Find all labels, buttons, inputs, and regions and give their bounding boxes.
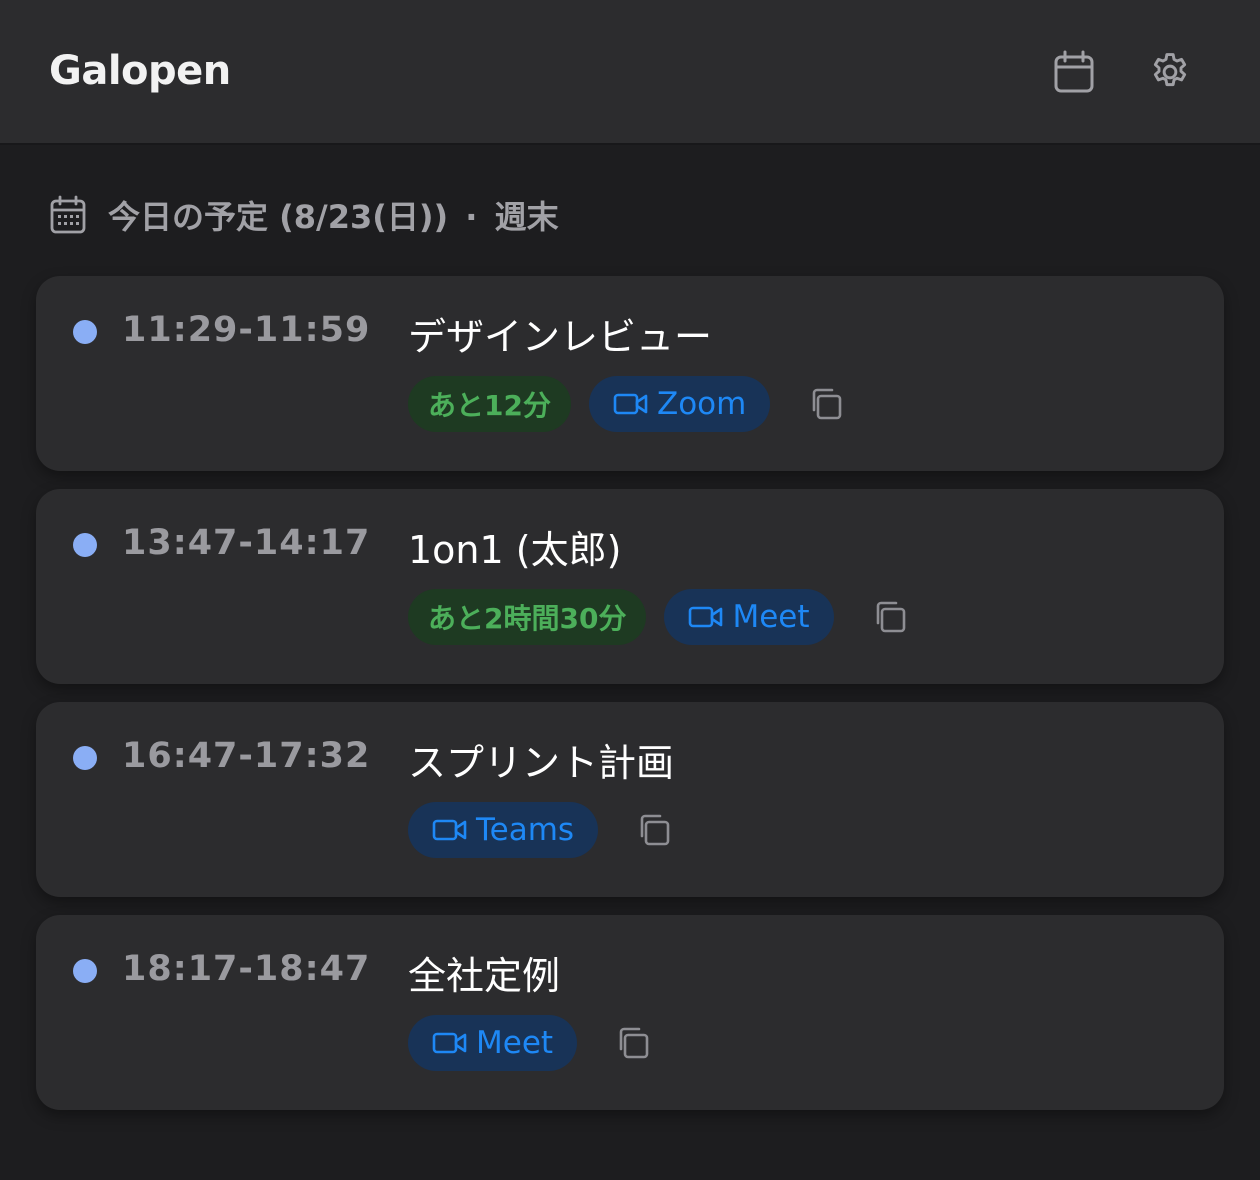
event-title: 全社定例: [408, 954, 561, 998]
calendar-button[interactable]: [1050, 48, 1098, 96]
event-card[interactable]: 13:47-14:17 1on1 (太郎) あと2時間30分 Meet: [36, 489, 1224, 684]
settings-button[interactable]: [1146, 48, 1194, 96]
video-camera-icon: [432, 819, 467, 841]
copy-icon: [876, 601, 905, 633]
event-card[interactable]: 18:17-18:47 全社定例 Meet: [36, 915, 1224, 1110]
event-time: 11:29-11:59: [122, 310, 371, 350]
event-card[interactable]: 16:47-17:32 スプリント計画 Teams: [36, 702, 1224, 897]
copy-button[interactable]: [611, 1021, 655, 1065]
countdown-badge: あと12分: [408, 376, 571, 432]
calendar-icon: [1054, 50, 1094, 93]
gear-icon: [1153, 53, 1187, 87]
copy-icon: [619, 1027, 649, 1059]
section-date-label: 今日の予定 (8/23(日)): [108, 198, 449, 236]
video-camera-icon: [689, 606, 723, 628]
status-dot: [73, 533, 97, 557]
separator: ·: [465, 198, 478, 236]
meeting-platform-label: Teams: [476, 812, 575, 848]
event-title: 1on1 (太郎): [408, 528, 622, 572]
copy-button[interactable]: [804, 382, 848, 426]
event-time: 13:47-14:17: [122, 523, 371, 563]
app-header: Galopen: [0, 0, 1260, 145]
meeting-platform-label: Zoom: [656, 386, 747, 422]
meeting-platform-label: Meet: [476, 1025, 554, 1061]
calendar-icon: [50, 195, 86, 234]
status-dot: [73, 959, 97, 983]
event-card[interactable]: 11:29-11:59 デザインレビュー あと12分 Zoom: [36, 276, 1224, 471]
day-type-label: 週末: [494, 198, 559, 236]
countdown-badge: あと2時間30分: [408, 589, 647, 645]
event-time: 18:17-18:47: [122, 949, 371, 989]
event-time: 16:47-17:32: [122, 736, 371, 776]
join-meeting-button[interactable]: Teams: [408, 802, 599, 858]
copy-icon: [813, 388, 842, 420]
event-title: スプリント計画: [408, 741, 675, 785]
video-camera-icon: [613, 393, 648, 415]
copy-button[interactable]: [868, 595, 912, 639]
copy-icon: [640, 814, 670, 846]
meeting-platform-label: Meet: [732, 599, 810, 635]
event-title: デザインレビュー: [408, 315, 713, 359]
copy-button[interactable]: [632, 808, 676, 852]
status-dot: [73, 320, 97, 344]
video-camera-icon: [432, 1032, 467, 1054]
status-dot: [73, 746, 97, 770]
join-meeting-button[interactable]: Meet: [664, 589, 834, 645]
join-meeting-button[interactable]: Meet: [408, 1015, 578, 1071]
section-title: 今日の予定 (8/23(日)) · 週末: [50, 193, 559, 237]
join-meeting-button[interactable]: Zoom: [588, 376, 771, 432]
app-title: Galopen: [49, 48, 231, 94]
